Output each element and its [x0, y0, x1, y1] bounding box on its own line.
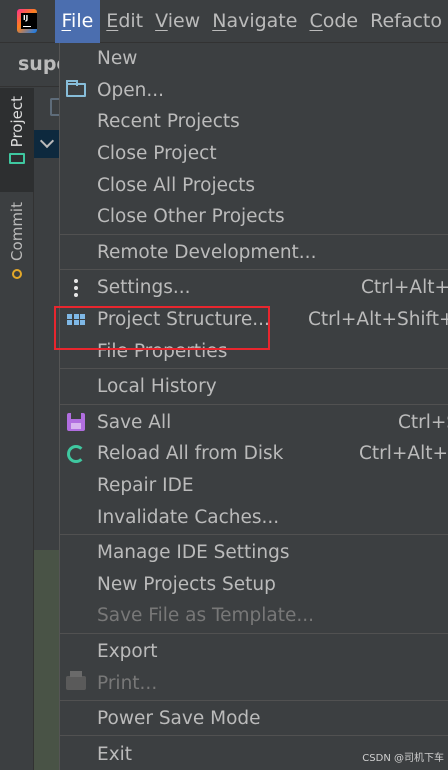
- menu-item-label: Close Project: [97, 143, 217, 165]
- menu-item-label: Local History: [97, 376, 217, 398]
- menu-item-open[interactable]: Open...: [60, 75, 448, 107]
- menu-navigate[interactable]: Navigate: [206, 0, 303, 43]
- menu-item-label: Manage IDE Settings: [97, 542, 290, 564]
- menu-item-save-all[interactable]: Save All Ctrl+S: [60, 407, 448, 439]
- menu-item-label: Repair IDE: [97, 475, 194, 497]
- menu-item-new-projects-setup[interactable]: New Projects Setup: [60, 569, 448, 601]
- reload-icon: [66, 444, 86, 464]
- grid-icon: [66, 310, 86, 330]
- menu-item-label: Reload All from Disk: [97, 443, 284, 465]
- menu-item-label: Settings...: [97, 277, 191, 299]
- menu-item-save-file-as-template[interactable]: Save File as Template...: [60, 600, 448, 632]
- menu-file[interactable]: File: [54, 0, 101, 43]
- menu-item-close-project[interactable]: Close Project: [60, 138, 448, 170]
- folder-icon: [66, 80, 86, 100]
- tool-tab-commit[interactable]: Commit: [0, 202, 34, 302]
- menu-item-label: Invalidate Caches...: [97, 506, 280, 528]
- menu-item-export[interactable]: Export: [60, 636, 448, 668]
- menu-item-label: New: [97, 48, 138, 70]
- tool-tab-project[interactable]: Project: [0, 88, 34, 192]
- menu-item-recent-projects[interactable]: Recent Projects: [60, 106, 448, 138]
- print-icon: [66, 671, 86, 693]
- project-window-icon: [9, 153, 25, 165]
- menu-item-label: Close Other Projects: [97, 206, 285, 228]
- menu-item-label: Recent Projects: [97, 111, 240, 133]
- menu-item-local-history[interactable]: Local History: [60, 371, 448, 403]
- menu-item-label: Remote Development...: [97, 241, 317, 263]
- menu-item-power-save-mode[interactable]: Power Save Mode: [60, 703, 448, 735]
- project-panel: [34, 88, 60, 770]
- project-tab-label: Project: [8, 96, 26, 148]
- menu-item-label: Power Save Mode: [97, 708, 261, 730]
- intellij-logo-icon[interactable]: IJ: [17, 9, 37, 33]
- menu-item-new[interactable]: New: [60, 43, 448, 75]
- menu-item-remote-development[interactable]: Remote Development...: [60, 237, 448, 269]
- menu-item-shortcut: Ctrl+Alt+Y: [359, 443, 448, 465]
- menu-code[interactable]: Code: [303, 0, 364, 43]
- left-tool-strip: Project Commit: [0, 88, 34, 770]
- menu-item-label: Exit: [97, 743, 133, 765]
- dots-icon: [66, 278, 86, 298]
- menu-item-close-all-projects[interactable]: Close All Projects: [60, 169, 448, 201]
- menu-item-shortcut: Ctrl+Alt+Shift+S: [308, 309, 448, 331]
- menu-item-label: New Projects Setup: [97, 573, 276, 595]
- title-bar: supe: [0, 43, 69, 87]
- menu-item-label: Project Structure...: [97, 309, 270, 331]
- save-icon: [66, 412, 86, 432]
- menu-item-label: File Properties: [97, 340, 228, 362]
- file-menu-dropdown: New Open... Recent Projects Close Project Cl…: [59, 43, 448, 770]
- commit-icon: [12, 268, 22, 279]
- menu-item-file-properties[interactable]: File Properties: [60, 335, 448, 367]
- menu-item-settings[interactable]: Settings... Ctrl+Alt+S: [60, 272, 448, 304]
- menu-item-close-other-projects[interactable]: Close Other Projects: [60, 201, 448, 233]
- menu-item-label: Print...: [97, 672, 158, 694]
- commit-tab-label: Commit: [8, 202, 26, 261]
- menu-item-invalidate-caches[interactable]: Invalidate Caches...: [60, 501, 448, 533]
- menu-item-shortcut: Ctrl+Alt+S: [361, 277, 448, 299]
- menu-edit[interactable]: Edit: [100, 0, 149, 43]
- menu-item-reload-all-from-disk[interactable]: Reload All from Disk Ctrl+Alt+Y: [60, 438, 448, 470]
- menu-refactor[interactable]: Refacto: [364, 0, 448, 43]
- menu-item-label: Export: [97, 640, 158, 662]
- menu-item-label: Close All Projects: [97, 174, 256, 196]
- menu-item-manage-ide-settings[interactable]: Manage IDE Settings: [60, 537, 448, 569]
- watermark: CSDN @司机下车: [362, 753, 444, 764]
- menu-item-shortcut: Ctrl+S: [398, 411, 448, 433]
- menu-view[interactable]: View: [149, 0, 206, 43]
- menu-item-repair-ide[interactable]: Repair IDE: [60, 470, 448, 502]
- chevron-down-icon: [39, 133, 55, 149]
- editor-area: [34, 550, 60, 770]
- menu-item-label: Open...: [97, 79, 165, 101]
- menu-item-project-structure[interactable]: Project Structure... Ctrl+Alt+Shift+S: [60, 304, 448, 336]
- menu-item-print[interactable]: Print...: [60, 667, 448, 699]
- menu-item-label: Save All: [97, 411, 172, 433]
- menu-bar: IJ File Edit View Navigate Code Refacto: [0, 0, 448, 43]
- project-tree-selected-row[interactable]: [34, 130, 60, 158]
- menu-item-label: Save File as Template...: [97, 605, 315, 627]
